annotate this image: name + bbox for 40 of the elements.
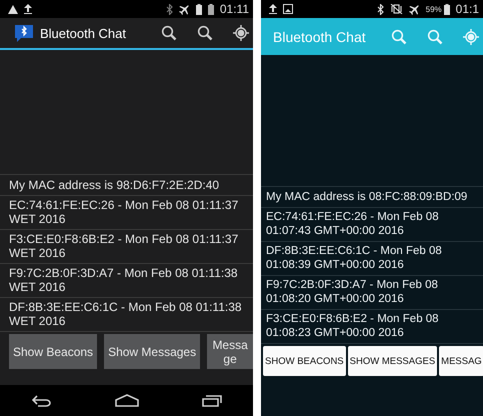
airplane-icon: [408, 4, 420, 14]
locate-icon[interactable]: [233, 25, 249, 41]
search-icon[interactable]: [161, 25, 177, 41]
app-icon: [14, 23, 34, 43]
search-icon[interactable]: [197, 25, 213, 41]
message-row: My MAC address is 98:D6:F7:2E:2D:40: [0, 174, 253, 195]
battery-icon: [208, 4, 214, 14]
message-row: EC:74:61:FE:EC:26 - Mon Feb 08 01:11:37 WET 2016: [0, 195, 253, 229]
upload-icon: [24, 4, 32, 14]
action-button[interactable]: SHOW BEACONS: [263, 346, 346, 376]
message-row: DF:8B:3E:EE:C6:1C - Mon Feb 08 01:11:38 WET 2016: [0, 297, 253, 331]
back-icon[interactable]: [32, 394, 52, 406]
app-title: Bluetooth Chat: [40, 26, 128, 40]
vibrate-off-icon: [390, 4, 403, 14]
message-row: My MAC address is 08:FC:88:09:BD:09: [261, 186, 483, 207]
upload-icon: [269, 4, 277, 14]
message-row: F3:CE:E0:F8:6B:E2 - Mon Feb 08 01:11:37 WET 2016: [0, 229, 253, 263]
battery-icon: [444, 4, 450, 14]
action-button[interactable]: Message: [207, 334, 253, 369]
action-button[interactable]: SHOW MESSAGES: [348, 346, 438, 376]
battery-icon: [196, 4, 202, 14]
battery-percent: 59%: [426, 4, 442, 14]
message-row: EC:74:61:FE:EC:26 - Mon Feb 08 01:07:43 GMT+00:00 2016: [261, 207, 483, 241]
message-row: F9:7C:2B:0F:3D:A7 - Mon Feb 08 01:08:20 GMT+00:00 2016: [261, 275, 483, 309]
status-time: 01:1: [456, 2, 479, 16]
bluetooth-icon: [166, 4, 173, 14]
status-time: 01:11: [220, 2, 249, 16]
action-button[interactable]: MESSAG: [439, 346, 483, 376]
message-row: DF:8B:3E:EE:C6:1C - Mon Feb 08 01:08:39 GMT+00:00 2016: [261, 241, 483, 275]
home-icon[interactable]: [114, 394, 138, 407]
message-row: F3:CE:E0:F8:6B:E2 - Mon Feb 08 01:08:23 GMT+00:00 2016: [261, 309, 483, 343]
message-row: F9:7C:2B:0F:3D:A7 - Mon Feb 08 01:11:38 WET 2016: [0, 263, 253, 297]
action-button[interactable]: Show Messages: [104, 334, 200, 369]
app-title: Bluetooth Chat: [273, 28, 367, 44]
action-button[interactable]: Show Beacons: [9, 334, 98, 369]
recent-apps-icon[interactable]: [202, 394, 222, 407]
warning-icon: [8, 4, 18, 14]
bluetooth-icon: [376, 4, 384, 14]
airplane-icon: [178, 4, 190, 14]
image-icon: [283, 4, 293, 14]
